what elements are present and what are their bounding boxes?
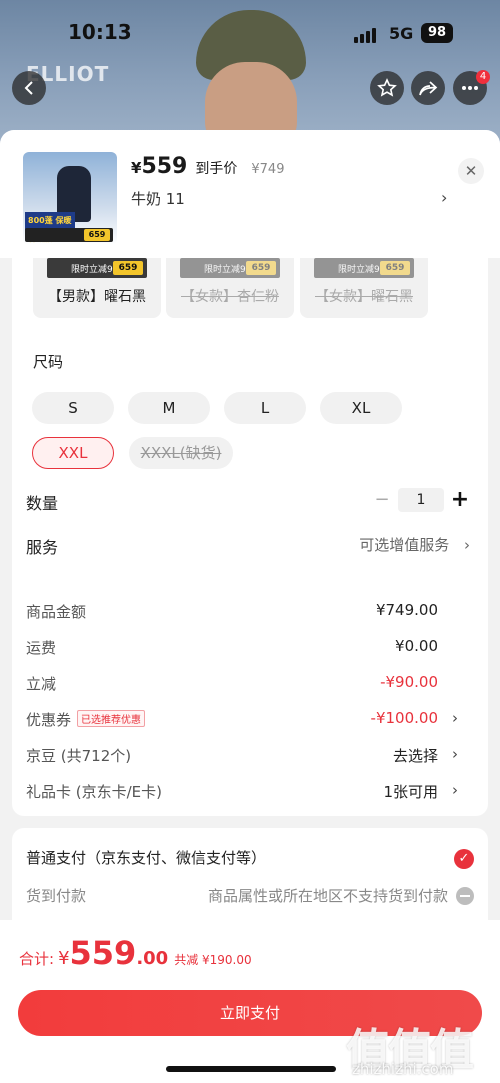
shipping-row: 运费 ¥0.00 (26, 637, 438, 657)
size-option-m[interactable]: M (128, 392, 210, 424)
coupon-row[interactable]: 优惠券 已选推荐优惠 -¥100.00 › (26, 709, 474, 733)
status-bar: 10:13 5G 98 (0, 0, 500, 62)
cod-payment-label: 货到付款 (26, 887, 87, 905)
giftcard-label: 礼品卡 (京东卡/E卡) (26, 783, 163, 801)
chevron-right-icon[interactable]: › (441, 188, 447, 207)
product-price: ¥ 559 到手价 ¥749 (131, 154, 284, 179)
status-time: 10:13 (68, 20, 132, 44)
coupon-label: 优惠券 (26, 711, 72, 729)
color-option-banner: 限时立减90 659 (47, 258, 147, 278)
color-option-label: 【女款】杏仁粉 (181, 289, 279, 305)
color-option-female-black[interactable]: 限时立减90 659 【女款】曜石黑 (300, 250, 428, 318)
size-section-title: 尺码 (33, 353, 64, 371)
signal-icon (354, 24, 378, 43)
price-currency: ¥ (131, 159, 142, 177)
minus-circle-icon (456, 887, 474, 905)
close-icon: ✕ (464, 162, 478, 180)
total-amount-decimal: .00 (136, 948, 169, 969)
total-saved: 共减 ¥190.00 (174, 953, 252, 967)
service-label: 服务 (26, 538, 59, 557)
chevron-right-icon: › (452, 745, 458, 763)
price-suffix: 到手价 (195, 161, 238, 177)
giftcard-row[interactable]: 礼品卡 (京东卡/E卡) 1张可用 › (26, 781, 474, 805)
jingdou-value: 去选择 (392, 747, 438, 765)
size-option-xxl[interactable]: XXL (32, 437, 114, 469)
jingdou-label: 京豆 (共712个) (26, 747, 132, 765)
size-option-xxxl[interactable]: XXXL(缺货) (129, 437, 233, 469)
cod-payment-note: 商品属性或所在地区不支持货到付款 (207, 887, 448, 905)
color-option-male-black[interactable]: 限时立减90 659 【男款】曜石黑 (33, 250, 161, 318)
quantity-label: 数量 (26, 494, 59, 513)
close-button[interactable]: ✕ (458, 158, 484, 184)
goods-amount-row: 商品金额 ¥749.00 (26, 601, 438, 621)
service-value: 可选增值服务 (359, 536, 450, 554)
quantity-increase-button[interactable]: + (450, 487, 470, 512)
selected-spec[interactable]: 牛奶 11 (131, 188, 185, 209)
chevron-right-icon: › (452, 709, 458, 727)
cost-card: 商品金额 ¥749.00 运费 ¥0.00 立减 -¥90.00 优惠券 已选推荐… (12, 586, 488, 816)
size-option-s[interactable]: S (32, 392, 114, 424)
star-icon (377, 78, 397, 97)
chevron-right-icon: › (452, 781, 458, 799)
total-label: 合计: (19, 950, 55, 968)
order-total: 合计: ¥ 559 .00 共减 ¥190.00 (19, 934, 252, 972)
instant-discount-row: 立减 -¥90.00 (26, 673, 438, 693)
service-selector[interactable]: 可选增值服务 › (359, 534, 470, 555)
product-thumbnail: 800蓬 保暖羽绒服 659 (23, 152, 117, 245)
favorite-button[interactable] (370, 71, 404, 105)
product-summary-header: 800蓬 保暖羽绒服 659 ¥ 559 到手价 ¥749 牛奶 11 › ✕ (0, 130, 500, 258)
color-option-female-pink[interactable]: 限时立减90 659 【女款】杏仁粉 (166, 250, 294, 318)
color-option-banner: 限时立减90 659 (180, 258, 280, 278)
jingdou-row[interactable]: 京豆 (共712个) 去选择 › (26, 745, 474, 769)
original-price: ¥749 (251, 162, 285, 177)
network-type: 5G (389, 24, 414, 43)
normal-payment-option[interactable]: 普通支付（京东支付、微信支付等） (26, 847, 266, 868)
purchase-sheet: 限时立减90 659 【男款】曜石黑 限时立减90 659 【女款】杏仁粉 限时… (0, 130, 500, 1083)
quantity-decrease-button[interactable]: − (372, 489, 392, 510)
watermark-url: zhizhizhi.com (352, 1060, 454, 1078)
quantity-input[interactable]: 1 (398, 487, 444, 512)
check-icon[interactable]: ✓ (454, 849, 474, 869)
size-option-xl[interactable]: XL (320, 392, 402, 424)
battery-icon: 98 (421, 23, 453, 43)
giftcard-value: 1张可用 (383, 783, 438, 801)
total-currency: ¥ (58, 948, 70, 969)
color-option-label: 【男款】曜石黑 (48, 289, 146, 305)
thumbnail-price-strip: 659 (25, 228, 113, 242)
back-button[interactable] (12, 71, 46, 105)
size-option-l[interactable]: L (224, 392, 306, 424)
share-button[interactable] (411, 71, 445, 105)
total-amount-integer: 559 (69, 934, 137, 972)
price-value: 559 (141, 154, 188, 179)
notification-badge: 4 (476, 70, 490, 84)
checkout-bar: 合计: ¥ 559 .00 共减 ¥190.00 立即支付 值值值 zhizhi… (0, 920, 500, 1083)
color-option-label: 【女款】曜石黑 (315, 289, 413, 305)
more-dots-icon (462, 86, 478, 90)
quantity-stepper: − 1 + (372, 487, 470, 512)
coupon-tag: 已选推荐优惠 (77, 710, 146, 727)
home-indicator (166, 1066, 336, 1072)
coupon-value: -¥100.00 (370, 709, 438, 727)
chevron-left-icon (24, 81, 33, 95)
share-icon (419, 81, 438, 96)
chevron-right-icon: › (464, 536, 470, 554)
color-option-banner: 限时立减90 659 (314, 258, 414, 278)
